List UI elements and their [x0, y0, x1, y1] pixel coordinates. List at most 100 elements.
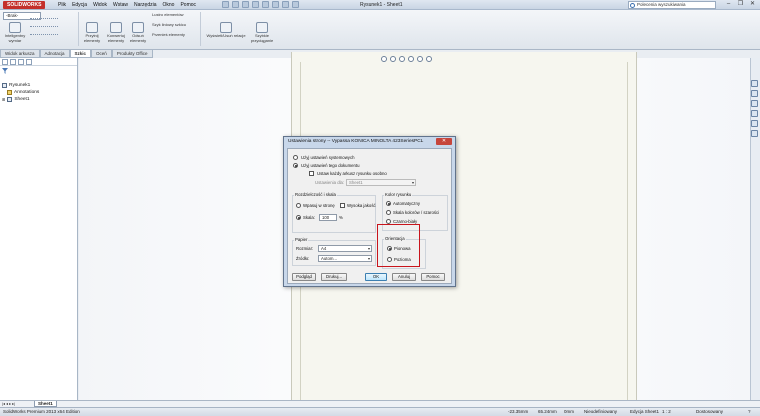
resources-icon[interactable]	[751, 80, 758, 87]
tree-item-annotations[interactable]: Annotations	[2, 89, 39, 96]
tab-evaluate[interactable]: Oceń	[91, 50, 112, 58]
zoom-fit-icon[interactable]	[381, 56, 387, 62]
save-icon[interactable]	[242, 1, 249, 8]
preview-button[interactable]: Podgląd	[292, 273, 316, 281]
scale-unit: %	[339, 215, 343, 220]
panel-tabs	[0, 58, 77, 66]
feature-manager-panel: Rysunek1 Annotations ⊞ Sheet1	[0, 58, 78, 400]
scale-input[interactable]: 100	[319, 214, 337, 221]
drawing-icon	[2, 83, 7, 88]
restore-icon[interactable]: ❐	[735, 0, 746, 9]
expand-icon[interactable]: ⊞	[2, 96, 5, 103]
settings-for-select[interactable]: Sheet1	[346, 179, 416, 186]
print-icon[interactable]	[252, 1, 259, 8]
design-library-icon[interactable]	[751, 90, 758, 97]
use-document-radio[interactable]	[293, 163, 298, 168]
menu-item-insert[interactable]: Wstaw	[113, 2, 128, 8]
sheet-scale: 1 : 2	[662, 409, 671, 414]
close-icon[interactable]: ✕	[747, 0, 758, 9]
view-palette-icon[interactable]	[751, 110, 758, 117]
fit-to-page-label: Wpasuj w stronę	[303, 203, 335, 208]
fit-to-page-radio[interactable]	[296, 203, 301, 208]
filter-icon[interactable]	[2, 68, 8, 74]
help-search-input[interactable]: Polecenia wyszukiwania	[628, 1, 716, 9]
custom-properties-icon[interactable]	[751, 130, 758, 137]
relations-icon	[220, 22, 232, 33]
ok-button[interactable]: OK	[365, 273, 387, 281]
paper-size-select[interactable]: A4	[318, 245, 372, 252]
rebuild-icon[interactable]	[282, 1, 289, 8]
undo-icon[interactable]	[262, 1, 269, 8]
color-auto-label: Automatyczny	[393, 201, 420, 206]
menu-item-edit[interactable]: Edycja	[72, 2, 87, 8]
search-icon	[630, 3, 635, 8]
tree-root[interactable]: Rysunek1	[2, 82, 39, 89]
high-quality-checkbox[interactable]	[340, 203, 345, 208]
trim-entities-tool[interactable]: Przytnij elementy	[82, 22, 102, 43]
heads-up-view-toolbar	[381, 56, 432, 62]
color-gray-radio[interactable]	[386, 210, 391, 215]
document-title: Rysunek1 - Sheet1	[360, 2, 403, 8]
help-icon[interactable]: ?	[748, 408, 751, 416]
new-icon[interactable]	[222, 1, 229, 8]
display-relations-tool[interactable]: Wyświetl/Usuń relacje	[206, 22, 246, 39]
orientation-highlight	[377, 224, 420, 267]
convert-icon	[110, 22, 122, 33]
z-coordinate: 0mm	[564, 409, 574, 414]
menu-item-tools[interactable]: Narzędzia	[134, 2, 157, 8]
pan-icon[interactable]	[408, 56, 414, 62]
smart-dimension-tool[interactable]: Inteligentny wymiar	[2, 22, 28, 43]
window-controls: – ❐ ✕	[723, 0, 758, 9]
dimxpert-icon[interactable]	[26, 59, 32, 65]
move-entities-button[interactable]: Przenieś elementy	[152, 32, 185, 37]
minimize-icon[interactable]: –	[723, 0, 734, 9]
feature-tree-icon[interactable]	[2, 59, 8, 65]
tab-sketch[interactable]: Szkic	[69, 50, 92, 58]
sheet-icon	[7, 97, 13, 102]
menu-item-view[interactable]: Widok	[93, 2, 107, 8]
use-document-label: Użyj ustawień tego dokumentu	[301, 163, 360, 168]
menu-item-help[interactable]: Pomoc	[180, 2, 196, 8]
solidworks-logo[interactable]: SOLIDWORKS	[3, 1, 46, 9]
rectangle-tool[interactable]	[30, 21, 58, 27]
scale-radio[interactable]	[296, 215, 301, 220]
previous-view-icon[interactable]	[399, 56, 405, 62]
tree-item-sheet[interactable]: ⊞ Sheet1	[2, 96, 39, 103]
paper-source-select[interactable]: Autom...	[318, 255, 372, 262]
circle-tool[interactable]	[30, 29, 58, 35]
print-button[interactable]: Drukuj...	[321, 273, 347, 281]
convert-entities-tool[interactable]: Konwertuj elementy	[104, 22, 128, 43]
config-manager-icon[interactable]	[18, 59, 24, 65]
property-manager-icon[interactable]	[10, 59, 16, 65]
quick-snaps-tool[interactable]: Szybkie przyciąganie	[248, 22, 276, 43]
per-sheet-checkbox[interactable]	[309, 171, 314, 176]
display-style-icon[interactable]	[417, 56, 423, 62]
appearances-icon[interactable]	[751, 120, 758, 127]
options-icon[interactable]	[292, 1, 299, 8]
cancel-button[interactable]: Anuluj	[392, 273, 416, 281]
file-explorer-icon[interactable]	[751, 100, 758, 107]
menu-item-file[interactable]: Plik	[58, 2, 66, 8]
dialog-close-button[interactable]: ✕	[436, 138, 452, 145]
color-auto-radio[interactable]	[386, 201, 391, 206]
offset-icon	[132, 22, 144, 33]
tab-office-products[interactable]: Produkty Office	[111, 50, 153, 58]
linear-pattern-button[interactable]: Szyk liniowy szkicu	[152, 22, 186, 27]
open-icon[interactable]	[232, 1, 239, 8]
menu-item-window[interactable]: Okno	[163, 2, 175, 8]
view-settings-icon[interactable]	[426, 56, 432, 62]
task-pane-icons	[751, 80, 758, 137]
tab-annotation[interactable]: Adnotacja	[39, 50, 70, 58]
select-icon[interactable]	[272, 1, 279, 8]
use-system-radio[interactable]	[293, 155, 298, 160]
annotations-folder-icon	[7, 90, 12, 95]
scale-label: Skala:	[303, 215, 315, 220]
mirror-entities-button[interactable]: Lustro elementów	[152, 12, 184, 17]
help-button[interactable]: Pomoc	[421, 273, 445, 281]
line-tool[interactable]	[30, 13, 58, 19]
offset-entities-tool[interactable]: Odsuń elementy	[128, 22, 148, 43]
tab-view-layout[interactable]: Widok arkusza	[0, 50, 40, 58]
zoom-area-icon[interactable]	[390, 56, 396, 62]
edition-text: SolidWorks Premium 2013 x64 Edition	[3, 409, 80, 414]
units-select[interactable]: Dostosowany	[696, 408, 723, 416]
